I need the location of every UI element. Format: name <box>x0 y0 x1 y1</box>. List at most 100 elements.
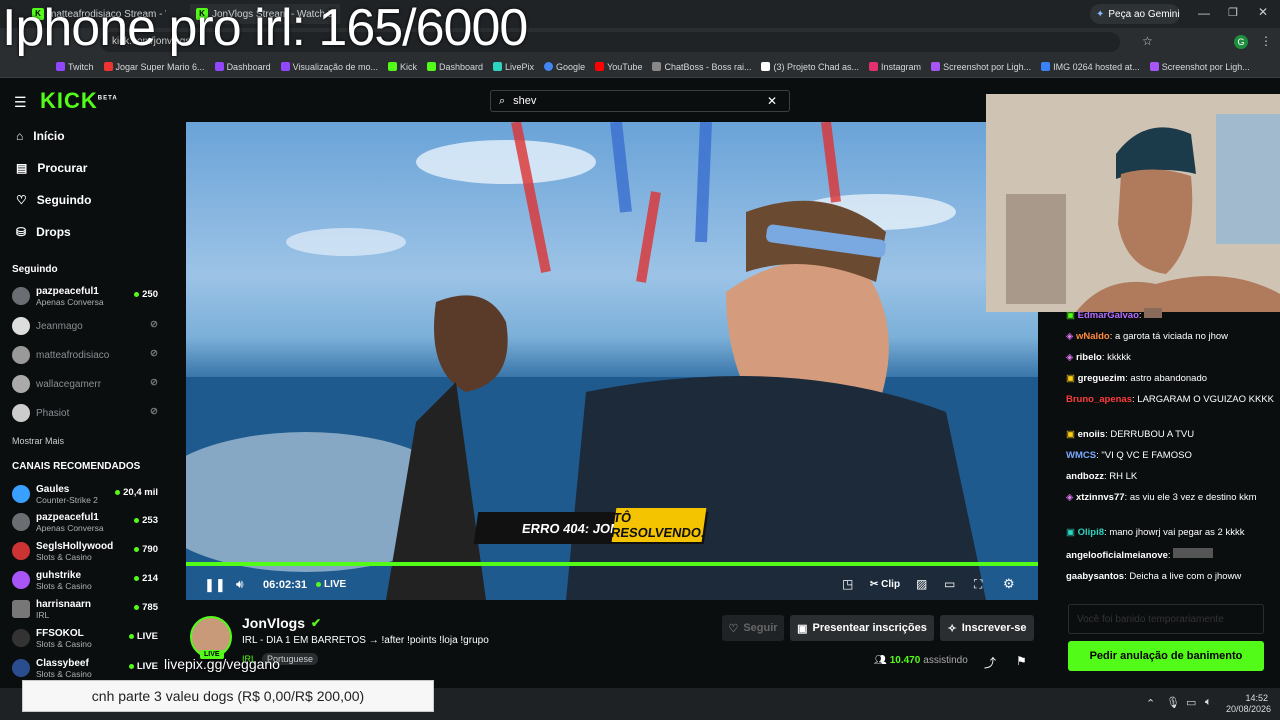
recommended-title: CANAIS RECOMENDADOS <box>12 461 141 472</box>
clear-search-icon[interactable]: ✕ <box>767 94 777 108</box>
progress-bar[interactable] <box>186 562 1038 566</box>
bookmark[interactable]: Jogar Super Mario 6... <box>103 62 205 72</box>
avatar <box>12 571 30 589</box>
pip-icon[interactable]: ◳ <box>842 577 853 591</box>
nav-label: Início <box>33 129 65 143</box>
nav-browse[interactable]: ▤ Procurar <box>16 158 87 178</box>
offline-icon: ⊘ <box>150 348 158 359</box>
bookmark[interactable]: Visualização de mo... <box>280 62 378 72</box>
nav-following[interactable]: ♡ Seguindo <box>16 190 91 210</box>
volume-icon[interactable]: 🔊︎ <box>236 577 244 592</box>
profile-avatar[interactable]: G <box>1234 35 1248 49</box>
bookmark[interactable]: IMG 0264 hosted at... <box>1041 62 1140 72</box>
avatar <box>12 659 30 677</box>
show-more-link[interactable]: Mostrar Mais <box>12 436 64 446</box>
recommended-channel[interactable]: guhstrike Slots & Casino 214 <box>12 566 162 594</box>
avatar <box>12 287 30 305</box>
menu-icon[interactable]: ⋮ <box>1260 34 1272 48</box>
chat-message: ◈ xtzinnvs77: as viu ele 3 vez e destino… <box>1066 492 1257 503</box>
live-indicator: LIVE <box>316 579 346 590</box>
bookmark[interactable]: LivePix <box>493 62 534 72</box>
kick-logo[interactable]: KICKBETA <box>40 88 118 114</box>
recommended-channel[interactable]: harrisnaarn IRL 785 <box>12 595 162 623</box>
video-player[interactable]: ERRO 404: JON TÔ RESOLVENDO. ❚❚ 🔊︎ 06:02… <box>186 122 1038 600</box>
bookmark[interactable]: Instagram <box>869 62 921 72</box>
hamburger-icon[interactable]: ☰ <box>14 94 27 111</box>
fullscreen-icon[interactable]: ⛶ <box>974 577 982 592</box>
pause-icon[interactable]: ❚❚ <box>204 577 226 593</box>
bookmark[interactable]: (3) Projeto Chad as... <box>761 62 859 72</box>
chat-message: ▣ EdmarGalvao: <box>1066 308 1276 322</box>
network-icon[interactable]: ▭ <box>1186 696 1196 709</box>
maximize-icon[interactable]: ❐ <box>1228 6 1238 19</box>
bookmark[interactable]: YouTube <box>595 62 642 72</box>
following-channel[interactable]: Jeanmago ⊘ <box>12 312 162 340</box>
search-icon: ⌕ <box>499 94 506 107</box>
subscribe-button[interactable]: ✧ Inscrever-se <box>940 615 1034 641</box>
report-icon[interactable]: ⚑ <box>1016 654 1027 668</box>
minimize-icon[interactable]: — <box>1198 6 1210 20</box>
recommended-channel[interactable]: Gaules Counter-Strike 2 20,4 mil <box>12 480 162 508</box>
bookmark[interactable]: Kick <box>387 62 417 72</box>
sound-icon[interactable]: 🔈︎ <box>1205 696 1212 709</box>
verified-icon: ✔ <box>311 616 322 630</box>
bookmark[interactable]: Screenshot por Ligh... <box>931 62 1031 72</box>
gemini-icon: ✦ <box>1096 8 1105 20</box>
tray-chevron-icon[interactable]: ⌃ <box>1146 697 1155 710</box>
recommended-channel[interactable]: Classybeef Slots & Casino LIVE <box>12 654 162 682</box>
following-channel[interactable]: Phasiot ⊘ <box>12 399 162 427</box>
chat-message: gaabysantos: Deicha a live com o jhoww <box>1066 571 1242 582</box>
recommended-channel[interactable]: SeglsHollywood Slots & Casino 790 <box>12 537 162 565</box>
chat-message: ▣ enoiis: DERRUBOU A TVU <box>1066 429 1195 440</box>
chat-input[interactable]: Você foi banido temporariamente <box>1068 604 1264 634</box>
chat-panel: ▣ EdmarGalvao: ◈ wNaldo: a garota tá vic… <box>1062 304 1280 594</box>
clock[interactable]: 14:52 20/08/2026 <box>1226 693 1271 715</box>
offline-icon: ⊘ <box>150 319 158 330</box>
chat-message: angelooficialmeianove: <box>1066 548 1276 562</box>
following-channel[interactable]: matteafrodisiaco ⊘ <box>12 341 162 369</box>
avatar <box>12 317 30 335</box>
bookmark[interactable]: Dashboard <box>427 62 483 72</box>
unban-request-button[interactable]: Pedir anulação de banimento <box>1068 641 1264 671</box>
recommended-channel[interactable]: pazpeaceful1 Apenas Conversa 253 <box>12 508 162 536</box>
bookmark[interactable]: Screenshot por Ligh... <box>1149 62 1250 72</box>
webcam-frame <box>986 94 1280 312</box>
beta-badge: BETA <box>97 95 118 102</box>
follow-button[interactable]: ♡ Seguir <box>722 615 784 641</box>
recommended-channel[interactable]: FFSOKOL Slots & Casino LIVE <box>12 624 162 652</box>
gemini-button[interactable]: ✦ Peça ao Gemini <box>1090 4 1180 24</box>
bookmark[interactable]: Google <box>544 62 585 72</box>
nav-label: Seguindo <box>36 193 92 207</box>
chat-message: ◈ wNaldo: a garota tá viciada no jhow <box>1066 331 1229 342</box>
offline-icon: ⊘ <box>150 377 158 388</box>
bookmark[interactable]: Dashboard <box>214 62 271 72</box>
theater-icon[interactable]: ▭ <box>944 577 955 591</box>
offline-icon: ⊘ <box>150 406 158 417</box>
heart-icon: ♡ <box>728 622 739 635</box>
chat-message: ◈ ribelo: kkkkk <box>1066 352 1131 363</box>
close-window-icon[interactable]: ✕ <box>1258 5 1268 19</box>
avatar <box>12 600 30 618</box>
bookmark[interactable]: ChatBoss - Boss rai... <box>652 62 751 72</box>
following-channel[interactable]: pazpeaceful1 Apenas Conversa 250 <box>12 282 162 310</box>
channel-name[interactable]: JonVlogs ✔ <box>242 615 321 631</box>
no-chat-icon[interactable]: ▨ <box>916 577 927 591</box>
nav-drops[interactable]: ⛁ Drops <box>16 222 71 242</box>
search-input[interactable]: ⌕ shev ✕ <box>490 90 790 112</box>
bookmark-star-icon[interactable]: ☆ <box>1142 34 1153 48</box>
avatar <box>12 404 30 422</box>
following-title: Seguindo <box>12 264 58 275</box>
chat-message: ▣ Olipi8: mano jhowrj vai pegar as 2 kkk… <box>1066 527 1245 538</box>
nav-home[interactable]: ⌂ Início <box>16 126 65 146</box>
mic-icon[interactable]: 🎙︎ <box>1166 696 1180 709</box>
donation-goal-bar: cnh parte 3 valeu dogs (R$ 0,00/R$ 200,0… <box>22 680 434 712</box>
following-channel[interactable]: wallacegamerr ⊘ <box>12 370 162 398</box>
share-icon[interactable]: ⤴ <box>984 654 996 671</box>
nav-label: Drops <box>36 225 71 239</box>
bookmark[interactable]: Twitch <box>56 62 94 72</box>
settings-icon[interactable]: ⚙ <box>1003 576 1015 592</box>
gift-subs-button[interactable]: ▣ Presentear inscrições <box>790 615 934 641</box>
viewers-icon: 👥︎ <box>874 655 887 666</box>
chat-message: andbozz: RH LK <box>1066 471 1138 482</box>
clip-button[interactable]: ✂ Clip <box>870 579 900 590</box>
